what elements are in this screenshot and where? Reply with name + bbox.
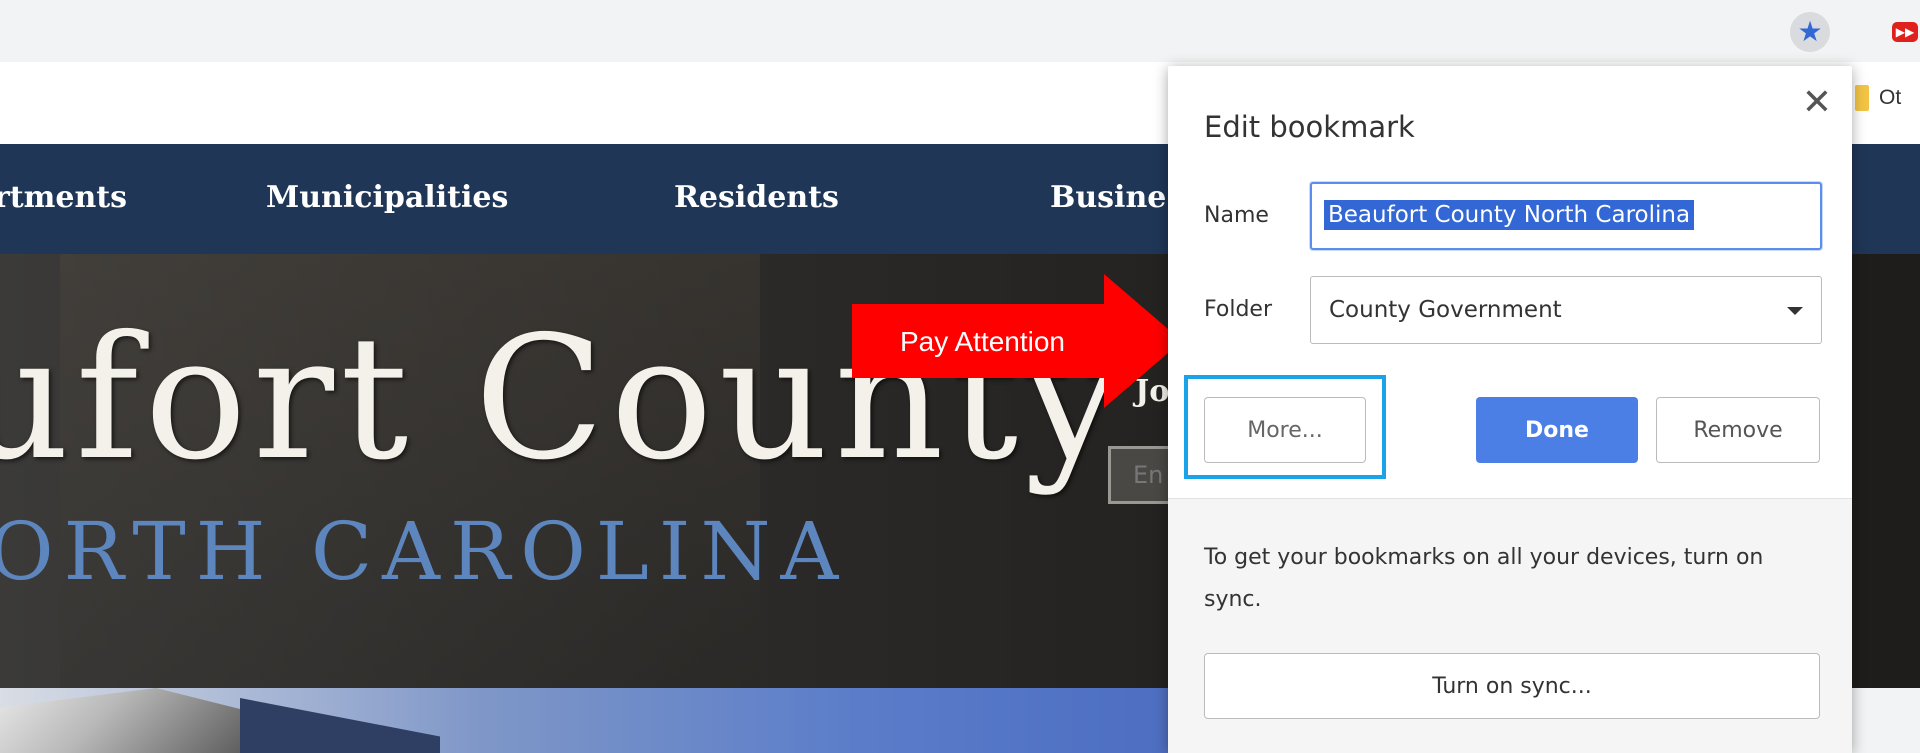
nav-item-business[interactable]: Busine: [1050, 180, 1166, 215]
nav-item-departments[interactable]: rtments: [0, 180, 127, 215]
nav-item-municipalities[interactable]: Municipalities: [266, 180, 508, 215]
dialog-title: Edit bookmark: [1204, 110, 1415, 144]
house-roof-image: [0, 688, 260, 753]
name-label: Name: [1204, 203, 1269, 228]
edit-bookmark-dialog: Edit bookmark ✕ Name Beaufort County Nor…: [1168, 66, 1852, 753]
turn-on-sync-button[interactable]: Turn on sync...: [1204, 653, 1820, 719]
nav-item-residents[interactable]: Residents: [674, 180, 839, 215]
pay-attention-label: Pay Attention: [900, 326, 1066, 357]
folder-select-value: County Government: [1329, 297, 1562, 323]
other-bookmarks[interactable]: Ot: [1855, 85, 1901, 111]
bookmark-name-value: Beaufort County North Carolina: [1324, 200, 1695, 230]
folder-select[interactable]: County Government: [1310, 276, 1822, 344]
other-bookmarks-label: Ot: [1879, 86, 1902, 109]
sync-message: To get your bookmarks on all your device…: [1204, 545, 1764, 612]
bookmark-star-icon[interactable]: ★: [1790, 12, 1830, 52]
folder-icon: [1855, 85, 1869, 111]
sync-promo: To get your bookmarks on all your device…: [1168, 499, 1852, 753]
folder-label: Folder: [1204, 297, 1272, 322]
more-button[interactable]: More...: [1204, 397, 1366, 463]
close-icon[interactable]: ✕: [1798, 84, 1836, 122]
remove-button[interactable]: Remove: [1656, 397, 1820, 463]
hero-subtitle: ORTH CAROLINA: [0, 505, 849, 598]
chevron-down-icon: [1787, 307, 1803, 315]
done-button[interactable]: Done: [1476, 397, 1638, 463]
house-roof-shadow: [240, 698, 440, 753]
browser-toolbar: ★ ▶▶: [0, 0, 1920, 62]
extension-icon[interactable]: ▶▶: [1892, 22, 1918, 42]
bookmark-name-input[interactable]: Beaufort County North Carolina: [1310, 182, 1822, 250]
